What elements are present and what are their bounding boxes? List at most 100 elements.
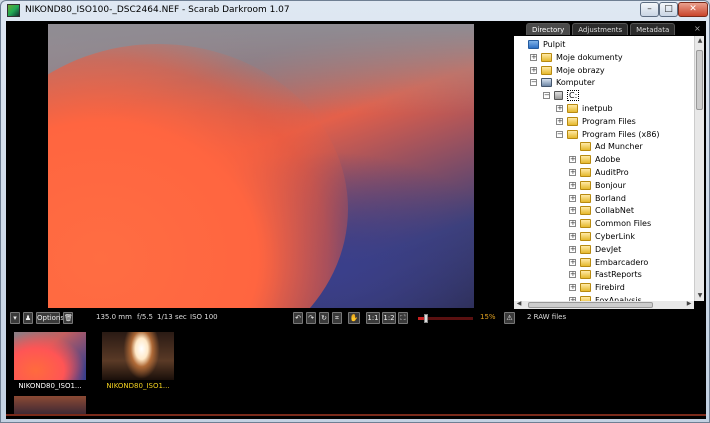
tree-node-label: Firebird [595, 283, 625, 293]
minimize-button[interactable]: – [640, 2, 659, 17]
trash-icon[interactable]: 🗑 [63, 312, 73, 324]
maximize-button[interactable]: □ [659, 2, 678, 17]
tree-node[interactable]: + FastReports [569, 268, 642, 281]
tree-node[interactable]: + Bonjour [569, 179, 626, 192]
zoom-slider-knob[interactable] [424, 314, 429, 323]
tree-node[interactable]: + CyberLink [569, 230, 635, 243]
tree-node[interactable]: + Moje obrazy [530, 64, 605, 77]
tree-node[interactable]: − C: [543, 89, 580, 102]
directory-tree[interactable]: Pulpit + Moje dokumenty + Moje obrazy − Komput… [514, 36, 694, 301]
scroll-down-icon[interactable]: ▼ [695, 291, 705, 301]
film-thumb[interactable]: NIKOND80_ISO1... [102, 332, 174, 390]
filmstrip-scrollbar[interactable] [6, 414, 706, 416]
expand-icon[interactable]: + [530, 66, 537, 74]
tab-adjustments[interactable]: Adjustments [572, 23, 629, 35]
tree-vertical-scrollbar[interactable]: ▲ ▼ [694, 36, 704, 301]
close-button[interactable]: ✕ [678, 2, 708, 17]
expand-icon[interactable]: + [569, 156, 576, 164]
scroll-left-icon[interactable]: ◀ [514, 300, 524, 307]
tab-metadata[interactable]: Metadata [630, 23, 676, 35]
raw-file-count: 2 RAW files [527, 313, 567, 321]
expand-icon[interactable]: + [569, 194, 576, 202]
film-thumb-image[interactable] [102, 332, 174, 380]
panel-tabs: Directory Adjustments Metadata [526, 23, 676, 35]
expand-icon[interactable]: + [569, 181, 576, 189]
expand-icon[interactable]: + [569, 271, 576, 279]
tree-node[interactable]: + Program Files [556, 115, 636, 128]
folder-icon [580, 219, 591, 229]
collapse-icon[interactable]: − [556, 130, 563, 138]
folder-icon [580, 257, 591, 267]
tree-node[interactable]: Pulpit [517, 38, 565, 51]
tree-horizontal-scrollbar[interactable]: ◀ ▶ [514, 300, 694, 309]
scarab-app-icon [7, 4, 20, 17]
collapse-icon[interactable]: − [543, 92, 550, 100]
tree-node-label: Moje dokumenty [556, 52, 623, 62]
filmstrip: NIKOND80_ISO1... NIKOND80_ISO1... [6, 327, 706, 419]
film-thumb-next[interactable] [14, 396, 86, 414]
zoom-1-1-button[interactable]: 1:1 [366, 312, 380, 324]
tree-node[interactable]: + Adobe [569, 153, 620, 166]
desktop-icon [528, 40, 539, 49]
expand-icon[interactable]: + [530, 53, 537, 61]
tree-node[interactable]: + Borland [569, 192, 626, 205]
image-viewer[interactable] [6, 21, 514, 309]
tree-node[interactable]: + DevJet [569, 243, 621, 256]
folder-icon [541, 65, 552, 75]
options-button[interactable]: Options [36, 312, 64, 324]
scroll-up-icon[interactable]: ▲ [695, 36, 705, 46]
tree-node[interactable]: + FoxAnalysis [569, 294, 642, 301]
expand-icon[interactable]: + [569, 169, 576, 176]
expand-icon[interactable]: + [569, 284, 576, 292]
tree-node-label: Embarcadero [595, 257, 649, 267]
side-panel: Directory Adjustments Metadata × Pulpit +… [514, 21, 706, 309]
save-icon[interactable]: ▾ [10, 312, 20, 324]
expand-icon[interactable]: + [569, 207, 576, 215]
computer-icon [541, 78, 552, 88]
tree-node[interactable]: + AuditPro [569, 166, 629, 179]
tree-node[interactable]: + Firebird [569, 281, 625, 294]
zoom-1-2-button[interactable]: 1:2 [382, 312, 396, 324]
tree-node[interactable]: + Moje dokumenty [530, 51, 623, 64]
rotate-right-icon[interactable]: ↷ [306, 312, 316, 324]
fit-screen-icon[interactable]: ⛶ [398, 312, 408, 324]
tree-node[interactable]: + inetpub [556, 102, 613, 115]
zoom-slider[interactable] [418, 314, 473, 323]
expand-icon[interactable]: + [556, 117, 563, 125]
zoom-percent: 15% [480, 313, 496, 321]
panel-close-icon[interactable]: × [694, 24, 701, 33]
title-bar[interactable]: NIKOND80_ISO100-_DSC2464.NEF - Scarab Da… [1, 1, 709, 21]
hscroll-thumb[interactable] [528, 302, 653, 308]
tree-node-label: Borland [595, 193, 626, 203]
tree-node[interactable]: − Komputer [530, 76, 595, 89]
scroll-right-icon[interactable]: ▶ [684, 300, 694, 307]
expand-icon[interactable]: + [556, 105, 563, 112]
film-thumb-image[interactable] [14, 332, 86, 380]
expand-icon[interactable]: + [569, 245, 576, 253]
scroll-thumb[interactable] [696, 50, 703, 110]
tree-node[interactable]: Ad Muncher [569, 140, 643, 153]
tree-node-label: Common Files [595, 219, 652, 229]
tree-node[interactable]: + Embarcadero [569, 256, 648, 269]
tree-node[interactable]: + Common Files [569, 217, 651, 230]
tree-node[interactable]: + CollabNet [569, 204, 634, 217]
refresh-icon[interactable]: ↻ [319, 312, 329, 324]
hand-icon[interactable]: ✋ [348, 312, 360, 324]
warning-icon[interactable]: ⚠ [504, 312, 515, 324]
tree-node[interactable]: − Program Files (x86) [556, 128, 660, 141]
expand-icon[interactable]: + [569, 233, 576, 240]
tab-directory[interactable]: Directory [526, 23, 571, 35]
expand-icon[interactable]: + [569, 220, 576, 228]
rotate-left-icon[interactable]: ↶ [293, 312, 303, 324]
crop-icon[interactable]: ⌗ [332, 312, 342, 324]
expand-icon[interactable]: + [569, 258, 576, 266]
client-area: Directory Adjustments Metadata × Pulpit +… [6, 21, 706, 419]
drive-icon [554, 91, 563, 101]
main-photo[interactable] [48, 24, 474, 308]
tree-node-label: inetpub [582, 104, 613, 113]
film-thumb[interactable]: NIKOND80_ISO1... [14, 332, 86, 390]
film-thumb-caption: NIKOND80_ISO1... [18, 382, 82, 390]
collapse-icon[interactable]: − [530, 79, 537, 87]
person-icon[interactable]: ♟ [23, 312, 33, 324]
focal-length: 135.0 mm [96, 313, 132, 321]
